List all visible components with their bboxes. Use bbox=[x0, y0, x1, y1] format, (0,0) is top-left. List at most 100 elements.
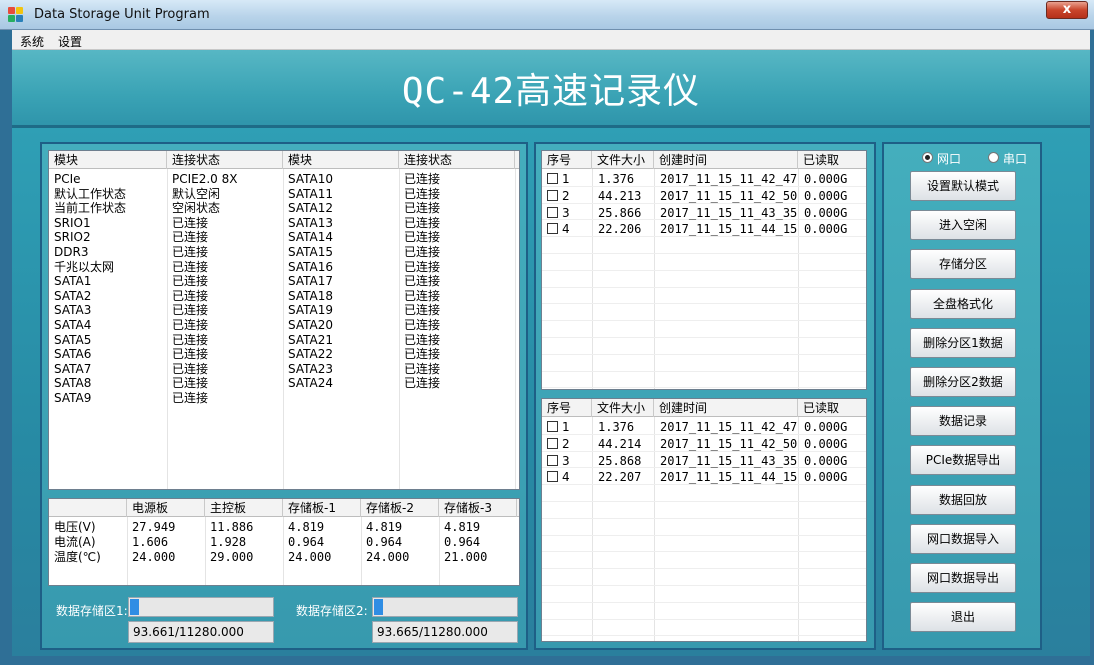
module-cell: 已连接 bbox=[404, 172, 441, 186]
column-header[interactable]: 连接状态 bbox=[399, 151, 515, 169]
column-header[interactable]: 连接状态 bbox=[167, 151, 283, 169]
module-cell: SRIO2 bbox=[54, 230, 91, 245]
module-cell: 已连接 bbox=[172, 361, 209, 376]
app-icon bbox=[8, 7, 24, 23]
format-all-button[interactable]: 全盘格式化 bbox=[910, 288, 1016, 319]
file-index: 4 bbox=[562, 222, 570, 237]
module-cell: PCIE2.0 8X bbox=[172, 172, 238, 186]
file-checkbox[interactable] bbox=[547, 173, 558, 184]
module-cell: SATA8 bbox=[54, 376, 92, 391]
module-cell: SATA1 bbox=[54, 274, 92, 289]
file-checkbox[interactable] bbox=[547, 206, 558, 218]
column-header[interactable] bbox=[49, 499, 127, 517]
column-header[interactable]: 创建时间 bbox=[654, 151, 798, 169]
module-cell: SATA24 bbox=[288, 376, 333, 391]
module-cell: SATA2 bbox=[54, 288, 92, 303]
module-cell: 已连接 bbox=[404, 201, 441, 216]
module-cell: SATA19 bbox=[288, 303, 333, 318]
column-header[interactable]: 电源板 bbox=[127, 499, 205, 517]
power-cell: 27.949 bbox=[132, 520, 176, 534]
banner-title: QC-42高速记录仪 bbox=[401, 71, 701, 112]
delete-partition-2-button[interactable]: 删除分区2数据 bbox=[910, 367, 1016, 397]
module-cell: SATA17 bbox=[288, 274, 333, 289]
data-record-button[interactable]: 数据记录 bbox=[910, 406, 1016, 437]
file-index: 4 bbox=[562, 470, 570, 485]
module-cell: SATA7 bbox=[54, 361, 92, 376]
column-header[interactable]: 文件大小 bbox=[592, 151, 654, 169]
storage-area-1-bar bbox=[128, 597, 274, 617]
module-cell: 已连接 bbox=[172, 391, 209, 405]
power-table-header: 电源板 主控板 存储板-1 存储板-2 存储板-3 bbox=[49, 499, 519, 517]
module-cell: SATA11 bbox=[288, 186, 333, 201]
column-header[interactable]: 创建时间 bbox=[654, 399, 798, 417]
delete-partition-1-button[interactable]: 删除分区1数据 bbox=[910, 327, 1016, 358]
column-header[interactable]: 主控板 bbox=[205, 499, 283, 517]
data-playback-button[interactable]: 数据回放 bbox=[910, 484, 1016, 515]
interface-radio-serial[interactable] bbox=[988, 152, 999, 163]
column-header[interactable]: 存储板-1 bbox=[283, 499, 361, 517]
column-header[interactable]: 序号 bbox=[542, 151, 592, 169]
file-read: 0.000G bbox=[804, 205, 848, 220]
module-cell: 已连接 bbox=[404, 186, 441, 201]
power-cell: 4.819 bbox=[444, 520, 481, 534]
module-cell: SATA5 bbox=[54, 332, 92, 347]
enter-idle-button[interactable]: 进入空闲 bbox=[910, 210, 1016, 241]
storage-partition-button[interactable]: 存储分区 bbox=[910, 249, 1016, 280]
module-cell: SATA4 bbox=[54, 318, 92, 332]
column-header[interactable]: 存储板-2 bbox=[361, 499, 439, 517]
column-header[interactable]: 模块 bbox=[49, 151, 167, 169]
module-cell: 已连接 bbox=[404, 361, 441, 376]
file-read: 0.000G bbox=[804, 436, 848, 451]
file-list-partition-1: 序号 文件大小 创建时间 已读取 1 1.376 2017_11_15_11_42_… bbox=[541, 150, 867, 390]
module-cell: 已连接 bbox=[404, 215, 441, 230]
file-created-time: 2017_11_15_11_43_35 bbox=[660, 453, 798, 468]
column-header[interactable]: 文件大小 bbox=[592, 399, 654, 417]
close-button[interactable]: x bbox=[1046, 1, 1088, 19]
power-cell: 0.964 bbox=[444, 535, 481, 549]
menu-bar: 系统 设置 bbox=[12, 30, 1090, 50]
power-cell: 电压(V) bbox=[54, 520, 96, 534]
file-size: 1.376 bbox=[598, 420, 635, 434]
file-read: 0.000G bbox=[804, 453, 848, 468]
network-import-button[interactable]: 网口数据导入 bbox=[910, 523, 1016, 554]
power-cell: 1.928 bbox=[210, 535, 247, 549]
interface-radio-network[interactable] bbox=[922, 152, 933, 163]
power-cell: 4.819 bbox=[366, 520, 403, 534]
interface-radio-serial-label: 串口 bbox=[1003, 152, 1028, 166]
module-cell: 已连接 bbox=[172, 259, 209, 274]
set-default-mode-button[interactable]: 设置默认模式 bbox=[910, 171, 1016, 201]
file-checkbox[interactable] bbox=[547, 454, 558, 466]
menu-system[interactable]: 系统 bbox=[20, 33, 44, 50]
file-checkbox[interactable] bbox=[547, 189, 558, 201]
file-checkbox[interactable] bbox=[547, 223, 558, 235]
module-cell: 当前工作状态 bbox=[54, 201, 127, 216]
file-created-time: 2017_11_15_11_43_35 bbox=[660, 205, 798, 220]
module-cell: SATA15 bbox=[288, 245, 333, 259]
module-cell: SATA9 bbox=[54, 391, 92, 405]
file-index: 2 bbox=[562, 436, 570, 451]
menu-settings[interactable]: 设置 bbox=[58, 33, 82, 50]
file-index: 2 bbox=[562, 188, 570, 203]
network-export-button[interactable]: 网口数据导出 bbox=[910, 563, 1016, 593]
module-cell: 已连接 bbox=[172, 245, 209, 259]
storage-area-1-value: 93.661/11280.000 bbox=[128, 621, 274, 643]
file-index: 1 bbox=[562, 420, 570, 434]
exit-button[interactable]: 退出 bbox=[910, 602, 1016, 633]
file-index: 1 bbox=[562, 172, 570, 186]
column-header[interactable]: 序号 bbox=[542, 399, 592, 417]
column-header[interactable]: 模块 bbox=[283, 151, 399, 169]
column-header[interactable]: 已读取 bbox=[798, 399, 866, 417]
pcie-export-button[interactable]: PCIe数据导出 bbox=[910, 445, 1016, 476]
file-checkbox[interactable] bbox=[547, 421, 558, 432]
file-created-time: 2017_11_15_11_42_47 bbox=[660, 420, 798, 434]
column-header[interactable]: 存储板-3 bbox=[439, 499, 517, 517]
module-cell: 已连接 bbox=[404, 376, 441, 391]
file-checkbox[interactable] bbox=[547, 471, 558, 483]
storage-area-2-fill bbox=[374, 599, 383, 615]
module-cell: SATA14 bbox=[288, 230, 333, 245]
module-cell: 已连接 bbox=[172, 215, 209, 230]
column-header[interactable]: 已读取 bbox=[798, 151, 866, 169]
module-cell: 千兆以太网 bbox=[54, 259, 115, 274]
storage-area-2-label: 数据存储区2: bbox=[296, 604, 368, 618]
file-checkbox[interactable] bbox=[547, 437, 558, 449]
